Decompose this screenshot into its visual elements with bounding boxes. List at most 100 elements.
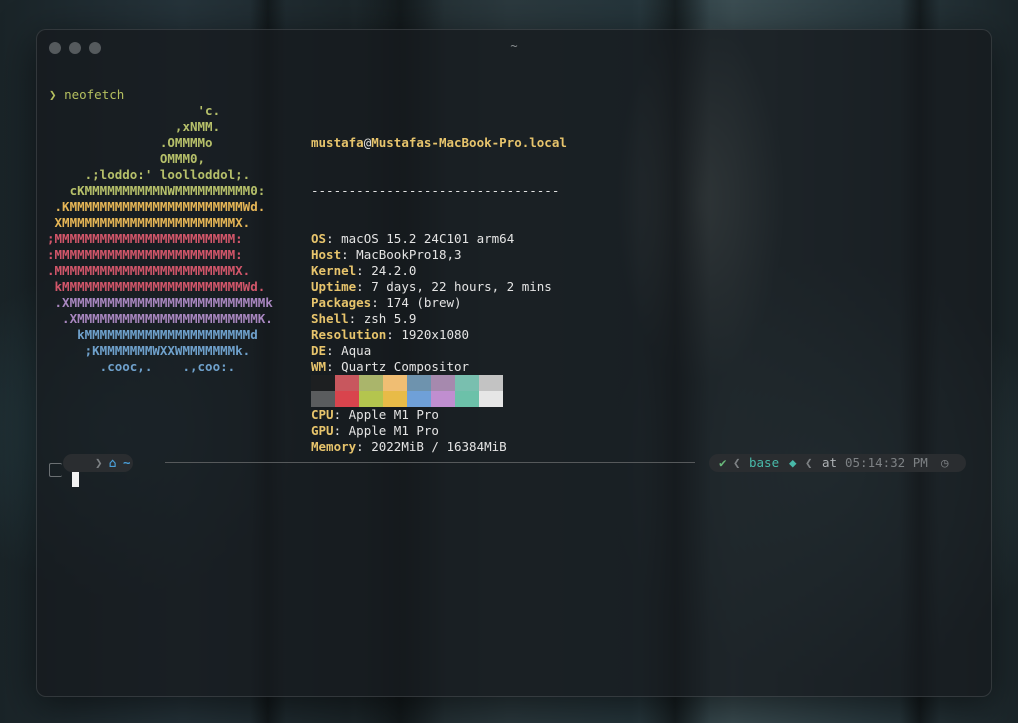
ascii-art-line: .XMMMMMMMMMMMMMMMMMMMMMMMMMMk <box>47 295 273 310</box>
info-colon: : <box>333 423 349 438</box>
prompt-symbol: ❯ <box>49 87 57 102</box>
info-colon: : <box>326 231 342 246</box>
chevron-left-icon: ❮ <box>805 455 813 470</box>
ascii-art-line: kMMMMMMMMMMMMMMMMMMMMMMMMWd. <box>47 279 266 294</box>
color-swatch-bright <box>383 391 407 407</box>
ascii-art-line: .XMMMMMMMMMMMMMMMMMMMMMMMMK. <box>47 311 273 326</box>
color-swatch-bright <box>335 391 359 407</box>
system-info: mustafa@Mustafas-MacBook-Pro.local -----… <box>311 103 567 487</box>
info-colon: : <box>356 263 372 278</box>
color-swatch-bright <box>479 391 503 407</box>
ascii-art-line: kMMMMMMMMMMMMMMMMMMMMMMd <box>47 327 258 342</box>
info-colon: : <box>356 439 372 454</box>
info-colon: : <box>333 407 349 422</box>
info-colon: : <box>341 247 357 262</box>
ascii-art-line: XMMMMMMMMMMMMMMMMMMMMMMMX. <box>47 215 251 230</box>
color-swatch-bright <box>407 391 431 407</box>
info-colon: : <box>348 311 364 326</box>
info-key: Memory <box>311 439 357 454</box>
ascii-art-line: .;loddo:' loolloddol;. <box>47 167 251 182</box>
color-swatch-normal <box>431 375 455 391</box>
color-swatch-normal <box>359 375 383 391</box>
apple-ascii-logo: 'c. ,xNMM. .OMMMMo OMMM0, .;loddo:' lool… <box>47 103 273 375</box>
info-row: CPU: Apple M1 Pro <box>311 407 567 423</box>
info-key: CPU <box>311 407 334 422</box>
ascii-art-line: ,xNMM. <box>47 119 221 134</box>
terminal-window[interactable]: ~ ❯ neofetch 'c. ,xNMM. .OMMMMo OMMM0, .… <box>36 29 992 697</box>
color-swatch-normal <box>335 375 359 391</box>
info-value: zsh 5.9 <box>363 311 417 326</box>
info-value: Apple M1 Pro <box>348 407 439 422</box>
color-swatch-bright <box>359 391 383 407</box>
ascii-art-line: cKMMMMMMMMMMNWMMMMMMMMMM0: <box>47 183 266 198</box>
info-value: macOS 15.2 24C101 arm64 <box>341 231 515 246</box>
text-cursor[interactable] <box>72 472 79 487</box>
clock-time: 05:14:32 PM <box>845 455 928 470</box>
window-title: ~ <box>510 39 518 53</box>
color-swatch-normal <box>455 375 479 391</box>
ascii-art-line: ;KMMMMMMMWXXWMMMMMMMk. <box>47 343 251 358</box>
info-row: WM: Quartz Compositor <box>311 359 567 375</box>
info-value: Aqua <box>341 343 372 358</box>
chevron-left-icon: ❮ <box>733 455 741 470</box>
prompt-frame <box>49 463 62 477</box>
info-key: GPU <box>311 423 334 438</box>
ascii-art-line: .cooc,. .,coo:. <box>47 359 236 374</box>
info-value: 24.2.0 <box>371 263 417 278</box>
info-value: Apple M1 Pro <box>348 423 439 438</box>
title-bar[interactable]: ~ <box>37 30 991 64</box>
info-row: Shell: zsh 5.9 <box>311 311 567 327</box>
prompt-right-segment: ✔ ❮ base ◆ ❮ at 05:14:32 PM ◷ <box>709 454 966 472</box>
hostname: Mustafas-MacBook-Pro.local <box>371 135 567 150</box>
color-swatch-bright <box>431 391 455 407</box>
color-swatch-normal <box>407 375 431 391</box>
info-colon: : <box>326 343 342 358</box>
info-colon: : <box>371 295 387 310</box>
clock-icon: ◷ <box>941 455 949 470</box>
at-label: at <box>822 455 838 470</box>
info-key: Uptime <box>311 279 357 294</box>
ascii-art-line: .MMMMMMMMMMMMMMMMMMMMMMMMX. <box>47 263 251 278</box>
home-icon: ⌂ <box>109 455 117 470</box>
ascii-art-line: 'c. <box>47 103 221 118</box>
ascii-art-line: .OMMMMo <box>47 135 213 150</box>
ascii-art-line: :MMMMMMMMMMMMMMMMMMMMMMMM: <box>47 247 243 262</box>
command-text: neofetch <box>64 87 125 102</box>
info-row: GPU: Apple M1 Pro <box>311 423 567 439</box>
color-swatch-normal <box>479 375 503 391</box>
info-value: 1920x1080 <box>401 327 470 342</box>
info-row: DE: Aqua <box>311 343 567 359</box>
check-icon: ✔ <box>719 455 727 470</box>
user-host-line: mustafa@Mustafas-MacBook-Pro.local <box>311 135 567 151</box>
separator: --------------------------------- <box>311 183 560 198</box>
color-swatch-bright <box>311 391 335 407</box>
info-value: Quartz Compositor <box>341 359 470 374</box>
info-row: Memory: 2022MiB / 16384MiB <box>311 439 567 455</box>
info-key: DE <box>311 343 327 358</box>
info-key: WM <box>311 359 327 374</box>
info-key: Shell <box>311 311 349 326</box>
info-key: Host <box>311 247 342 262</box>
info-row: Uptime: 7 days, 22 hours, 2 mins <box>311 279 567 295</box>
info-value: 174 (brew) <box>386 295 462 310</box>
command-line: ❯ neofetch <box>49 87 124 103</box>
chevron-right-icon: ❯ <box>95 455 103 470</box>
info-colon: : <box>326 359 342 374</box>
info-key: Kernel <box>311 263 357 278</box>
info-row: OS: macOS 15.2 24C101 arm64 <box>311 231 567 247</box>
color-palette <box>311 375 503 407</box>
info-key: OS <box>311 231 327 246</box>
info-colon: : <box>356 279 372 294</box>
ascii-art-line: OMMM0, <box>47 151 206 166</box>
info-value: MacBookPro18,3 <box>356 247 462 262</box>
info-colon: : <box>386 327 402 342</box>
prompt-left-segment: ❯ ⌂ ~ <box>63 454 133 472</box>
info-row: Host: MacBookPro18,3 <box>311 247 567 263</box>
color-swatch-bright <box>455 391 479 407</box>
conda-env: base <box>749 455 780 470</box>
info-row: Resolution: 1920x1080 <box>311 327 567 343</box>
info-key: Packages <box>311 295 372 310</box>
ascii-art-line: ;MMMMMMMMMMMMMMMMMMMMMMMM: <box>47 231 243 246</box>
info-key: Resolution <box>311 327 387 342</box>
python-icon: ◆ <box>789 455 797 470</box>
